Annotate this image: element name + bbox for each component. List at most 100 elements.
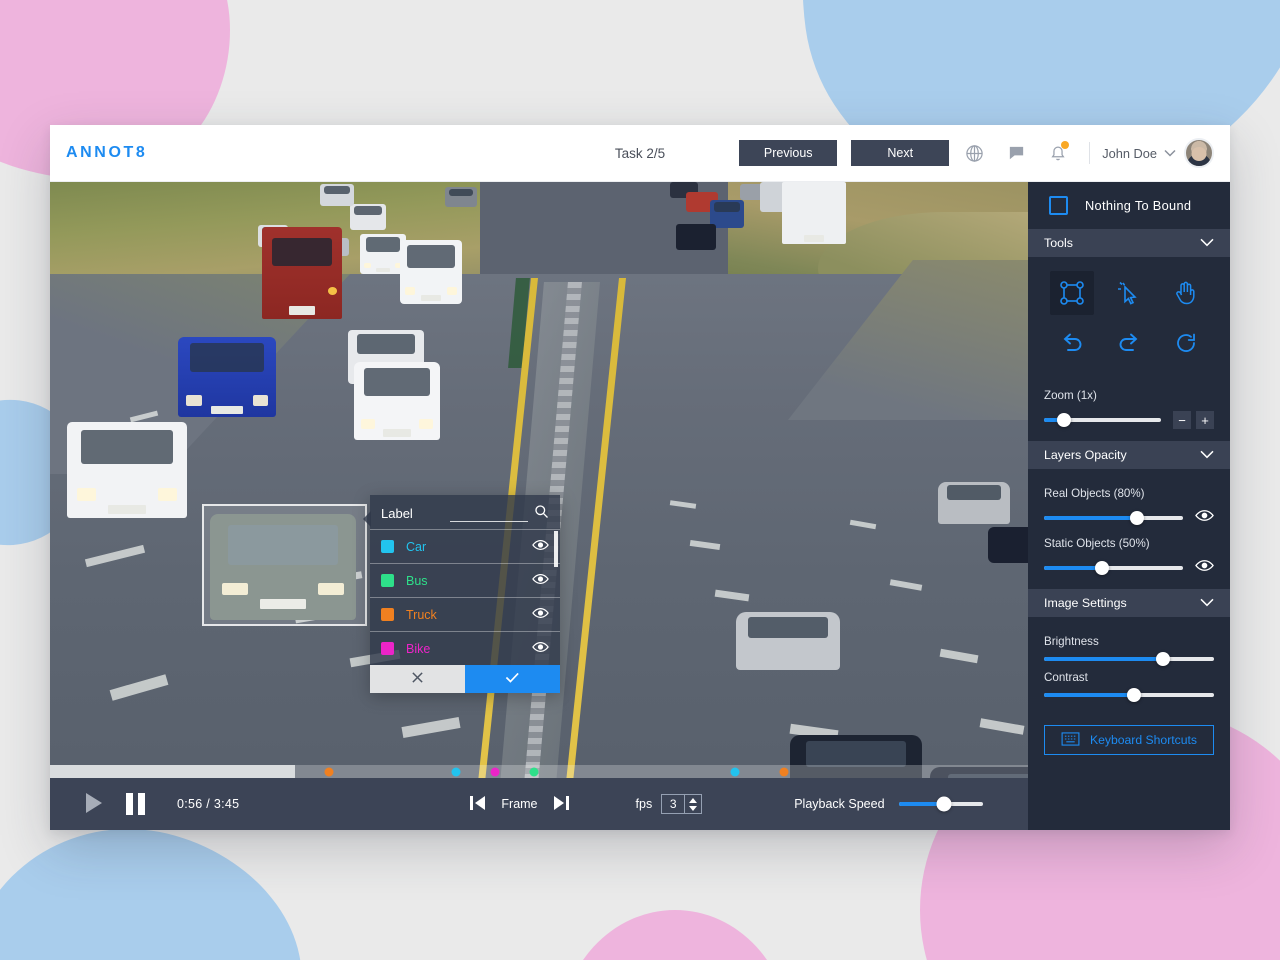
next-frame-icon[interactable] xyxy=(552,795,570,814)
zoom-label: Zoom (1x) xyxy=(1044,389,1097,402)
slider-fill xyxy=(1044,566,1103,570)
label-search-input[interactable] xyxy=(450,506,528,522)
frame-controls: Frame xyxy=(469,795,569,814)
label-color-swatch xyxy=(381,608,394,621)
avatar[interactable] xyxy=(1184,138,1214,168)
progress-marker[interactable] xyxy=(779,767,788,776)
redo-tool[interactable] xyxy=(1107,321,1151,365)
video-progress-bar[interactable] xyxy=(50,765,1028,778)
progress-marker[interactable] xyxy=(451,767,461,776)
cancel-button[interactable] xyxy=(370,665,465,693)
zoom-slider[interactable] xyxy=(1044,413,1161,427)
slider-knob[interactable] xyxy=(1130,511,1145,525)
bell-icon[interactable] xyxy=(1041,136,1075,170)
pan-hand-tool[interactable] xyxy=(1164,271,1208,315)
check-icon xyxy=(505,671,520,687)
previous-button[interactable]: Previous xyxy=(739,140,838,166)
layer-opacity-slider-1[interactable] xyxy=(1044,561,1183,575)
zoom-slider-knob[interactable] xyxy=(1056,413,1071,427)
progress-marker[interactable] xyxy=(529,767,539,776)
progress-played xyxy=(50,765,295,778)
image-setting-label-1: Contrast xyxy=(1044,671,1088,684)
label-option-name: Bus xyxy=(406,573,428,588)
chevron-down-icon[interactable] xyxy=(1164,144,1176,162)
eye-icon[interactable] xyxy=(532,573,549,588)
image-settings-section-header[interactable]: Image Settings xyxy=(1028,589,1230,617)
image-setting-slider-0[interactable] xyxy=(1044,652,1214,666)
eye-icon[interactable] xyxy=(532,607,549,622)
zoom-in-button[interactable]: + xyxy=(1196,411,1214,429)
header-divider xyxy=(1089,142,1091,164)
layers-opacity-section-header[interactable]: Layers Opacity xyxy=(1028,441,1230,469)
user-name-label: John Doe xyxy=(1102,145,1157,161)
chat-icon[interactable] xyxy=(999,136,1033,170)
label-color-swatch xyxy=(381,540,394,553)
fps-control: fps xyxy=(636,794,703,814)
zoom-out-button[interactable]: − xyxy=(1173,411,1191,429)
layer-opacity-slider-0[interactable] xyxy=(1044,511,1183,525)
fps-input[interactable] xyxy=(661,794,686,814)
undo-tool[interactable] xyxy=(1050,321,1094,365)
next-button[interactable]: Next xyxy=(851,140,950,166)
progress-marker[interactable] xyxy=(490,767,500,776)
select-cursor-tool[interactable] xyxy=(1107,271,1151,315)
globe-icon[interactable] xyxy=(957,136,991,170)
nothing-to-bound-checkbox[interactable] xyxy=(1049,196,1068,215)
right-sidebar: Nothing To Bound Tools Zoom (1x) − + Lay… xyxy=(1028,182,1230,830)
confirm-button[interactable] xyxy=(465,665,560,693)
fps-stepper[interactable] xyxy=(685,794,703,814)
search-icon[interactable] xyxy=(534,504,549,522)
label-color-swatch xyxy=(381,574,394,587)
progress-marker[interactable] xyxy=(730,767,740,776)
video-canvas[interactable]: Label Car Bus Truck Bike 0:56 / 3:45 Fra… xyxy=(50,182,1028,830)
play-icon[interactable] xyxy=(84,792,104,817)
label-option-bus[interactable]: Bus xyxy=(370,563,560,597)
label-list-scrollbar[interactable] xyxy=(554,531,558,567)
playback-speed-knob[interactable] xyxy=(936,796,952,812)
label-list: Car Bus Truck Bike xyxy=(370,529,560,665)
keyboard-shortcuts-button[interactable]: Keyboard Shortcuts xyxy=(1044,725,1214,755)
nothing-to-bound-row[interactable]: Nothing To Bound xyxy=(1028,182,1230,229)
previous-frame-icon[interactable] xyxy=(469,795,487,814)
slider-fill xyxy=(1044,693,1135,697)
vehicle-car xyxy=(354,362,440,440)
pause-icon[interactable] xyxy=(126,793,145,815)
app-logo[interactable]: ANNOT8 xyxy=(66,144,147,162)
playback-speed-slider[interactable] xyxy=(898,796,983,812)
label-search[interactable] xyxy=(450,504,549,522)
label-option-car[interactable]: Car xyxy=(370,529,560,563)
label-color-swatch xyxy=(381,642,394,655)
image-setting-row-1 xyxy=(1044,688,1214,702)
bounding-box-tool[interactable] xyxy=(1050,271,1095,315)
progress-marker[interactable] xyxy=(324,767,334,776)
chevron-down-icon[interactable] xyxy=(1200,448,1214,462)
chevron-down-icon[interactable] xyxy=(1200,596,1214,610)
vehicle-van xyxy=(710,200,744,228)
vehicle-car xyxy=(445,187,477,207)
eye-icon[interactable] xyxy=(532,539,549,554)
eye-icon[interactable] xyxy=(1195,559,1214,577)
slider-knob[interactable] xyxy=(1095,561,1110,575)
bounding-box-selection[interactable] xyxy=(202,504,367,626)
eye-icon[interactable] xyxy=(1195,509,1214,527)
header-actions: Previous Next John Doe xyxy=(739,136,1230,170)
label-option-bike[interactable]: Bike xyxy=(370,631,560,665)
slider-knob[interactable] xyxy=(1127,688,1142,702)
reset-tool[interactable] xyxy=(1164,321,1208,365)
vehicle-car xyxy=(736,612,840,670)
zoom-slider-row: − + xyxy=(1044,411,1214,429)
slider-fill xyxy=(1044,657,1163,661)
label-option-name: Truck xyxy=(406,607,437,622)
eye-icon[interactable] xyxy=(532,641,549,656)
vehicle-car xyxy=(988,527,1028,563)
image-setting-slider-1[interactable] xyxy=(1044,688,1214,702)
label-picker-popup[interactable]: Label Car Bus Truck Bike xyxy=(363,495,560,693)
vehicle-car xyxy=(320,184,354,206)
progress-track[interactable] xyxy=(50,765,1028,778)
playback-speed-control: Playback Speed xyxy=(794,796,983,812)
zoom-buttons: − + xyxy=(1173,411,1214,429)
tools-section-header[interactable]: Tools xyxy=(1028,229,1230,257)
label-option-truck[interactable]: Truck xyxy=(370,597,560,631)
slider-knob[interactable] xyxy=(1156,652,1170,666)
chevron-down-icon[interactable] xyxy=(1200,236,1214,250)
